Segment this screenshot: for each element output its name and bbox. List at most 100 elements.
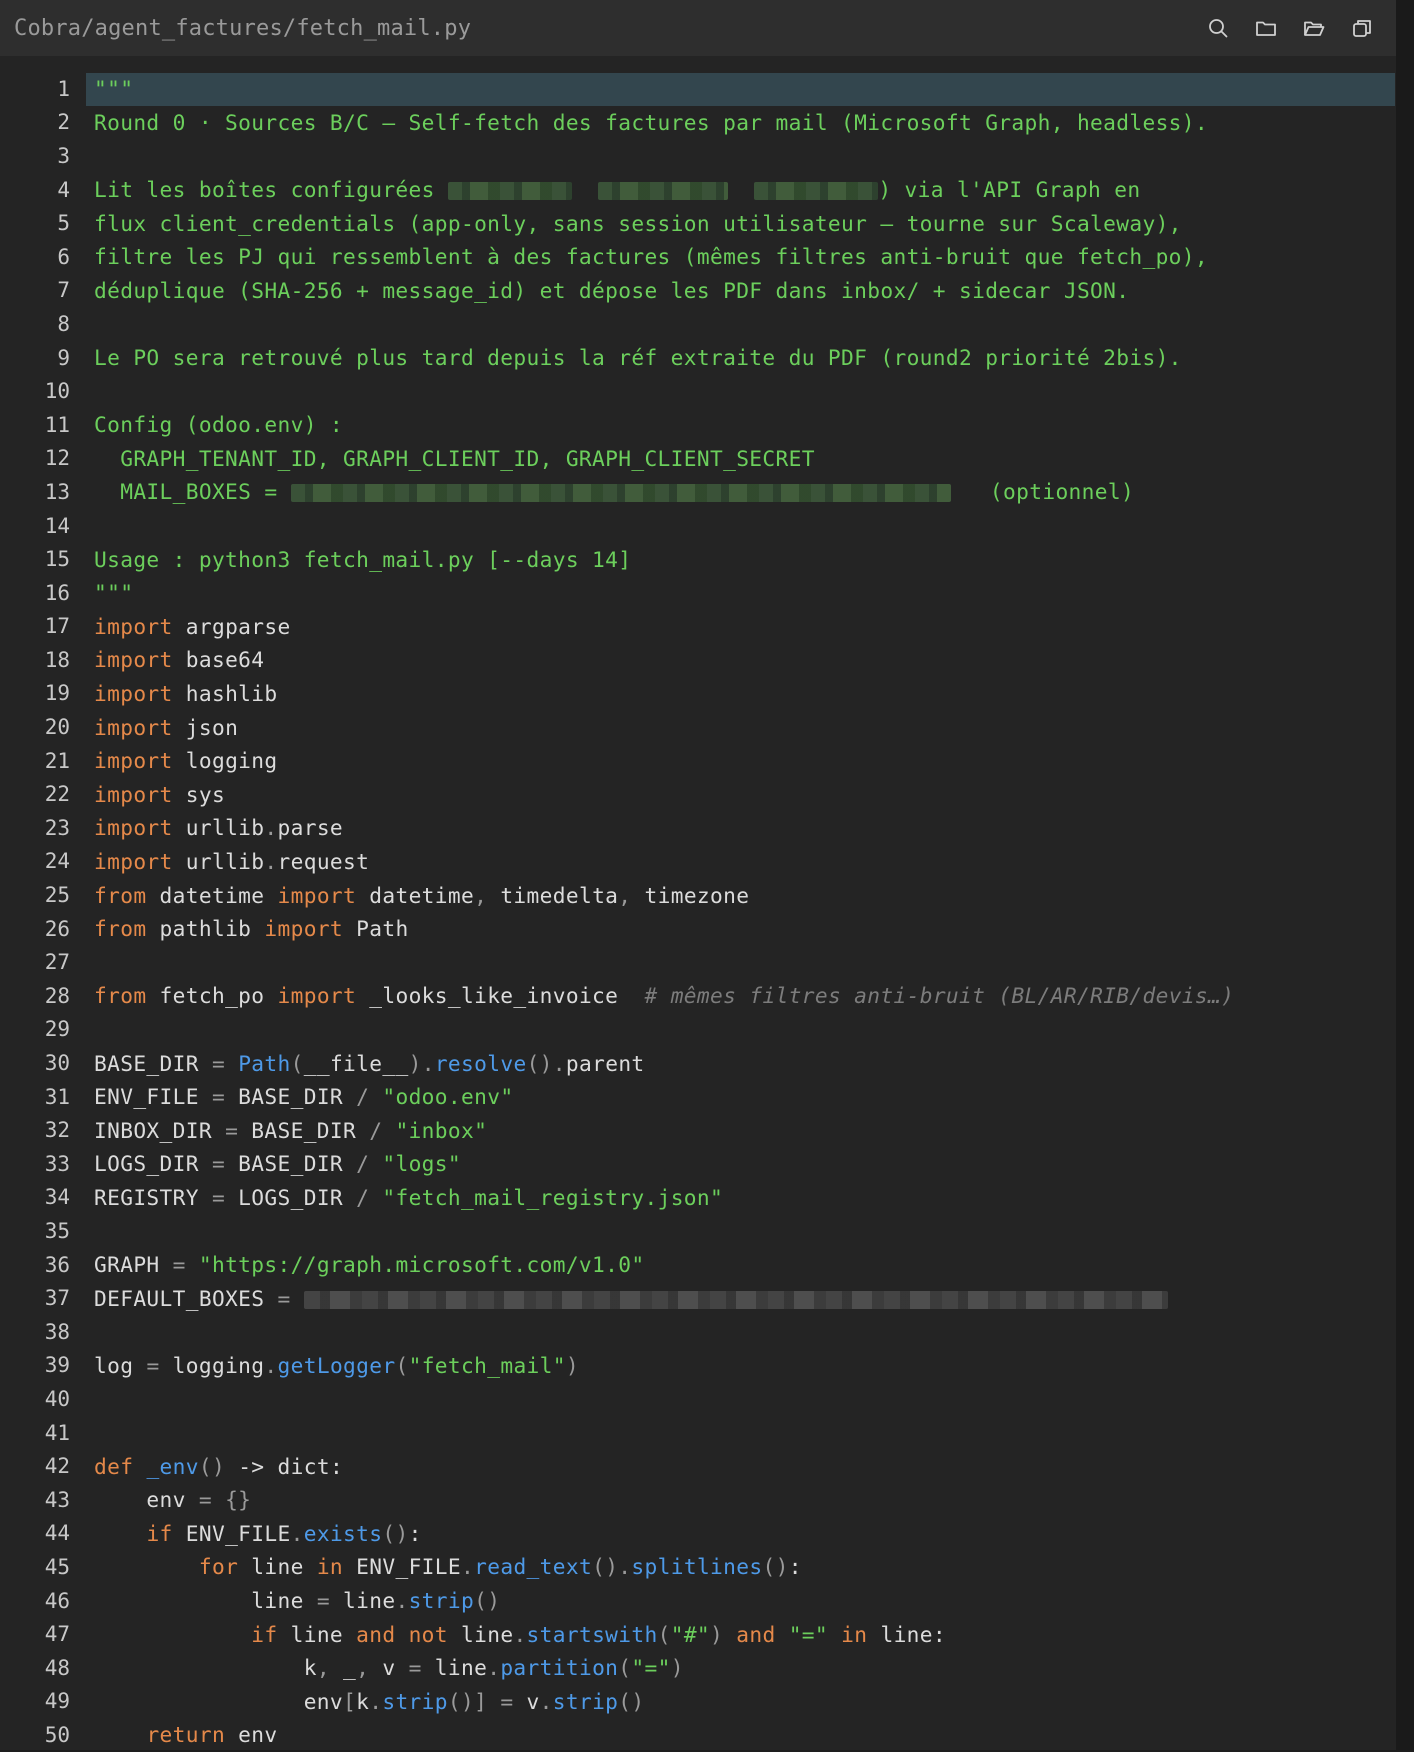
code-token: (). — [592, 1554, 632, 1580]
code-token: logging — [159, 1352, 265, 1378]
code-editor[interactable]: Cobra/agent_factures/fetch_mail.py 1 """… — [0, 0, 1396, 1750]
code-token: datetime — [146, 882, 278, 908]
code-token: ) — [565, 1352, 579, 1378]
code-line[interactable]: 33 LOGS_DIR = BASE_DIR / "logs" — [0, 1147, 1396, 1181]
copy-icon[interactable] — [1348, 14, 1376, 42]
code-line[interactable]: 50 return env — [0, 1718, 1396, 1752]
line-number: 21 — [44, 748, 70, 773]
code-line[interactable]: 31 ENV_FILE = BASE_DIR / "odoo.env" — [0, 1080, 1396, 1114]
code-line[interactable]: 8 — [0, 307, 1396, 341]
code-line[interactable]: 39 log = logging.getLogger("fetch_mail") — [0, 1349, 1396, 1383]
code-line[interactable]: 4 Lit les boîtes configurées ) via l'API … — [0, 173, 1396, 207]
folder-icon[interactable] — [1252, 14, 1280, 42]
code-line[interactable]: 19 import hashlib — [0, 677, 1396, 711]
code-token: BASE_DIR — [225, 1151, 357, 1177]
code-line[interactable]: 14 — [0, 509, 1396, 543]
code-line[interactable]: 38 — [0, 1315, 1396, 1349]
line-number: 32 — [44, 1118, 70, 1143]
code-line[interactable]: 48 k, _, v = line.partition("=") — [0, 1651, 1396, 1685]
code-token: MAIL_BOXES = — [94, 479, 291, 505]
code-line[interactable]: 20 import json — [0, 710, 1396, 744]
code-line[interactable]: 2 Round 0 · Sources B/C — Self-fetch des … — [0, 106, 1396, 140]
line-number: 22 — [44, 782, 70, 807]
code-area[interactable]: 1 """ 2 Round 0 · Sources B/C — Self-fetch … — [0, 72, 1396, 1752]
line-number: 6 — [57, 244, 70, 269]
code-line[interactable]: 23 import urllib.parse — [0, 811, 1396, 845]
code-token: import — [94, 748, 173, 774]
code-line[interactable]: 27 — [0, 945, 1396, 979]
code-line[interactable]: 46 line = line.strip() — [0, 1584, 1396, 1618]
line-number: 49 — [44, 1689, 70, 1714]
code-token: timedelta — [487, 882, 619, 908]
code-token: DEFAULT_BOXES — [94, 1285, 278, 1311]
code-token: . — [264, 1352, 278, 1378]
code-token: and — [736, 1621, 776, 1647]
code-line[interactable]: 1 """ — [0, 72, 1396, 106]
line-number: 33 — [44, 1151, 70, 1176]
code-line[interactable]: 40 — [0, 1382, 1396, 1416]
code-token: _ — [329, 1655, 357, 1681]
code-line[interactable]: 29 — [0, 1013, 1396, 1047]
code-line[interactable]: 15 Usage : python3 fetch_mail.py [--days … — [0, 542, 1396, 576]
code-line[interactable]: 41 — [0, 1416, 1396, 1450]
code-line[interactable]: 5 flux client_credentials (app-only, sans… — [0, 206, 1396, 240]
line-number: 23 — [44, 815, 70, 840]
code-token: BASE_DIR — [94, 1050, 212, 1076]
code-line[interactable]: 28 from fetch_po import _looks_like_invoi… — [0, 979, 1396, 1013]
code-token: "fetch_mail_registry.json" — [382, 1184, 724, 1210]
code-token: if — [146, 1520, 173, 1546]
code-line[interactable]: 30 BASE_DIR = Path(__file__).resolve().pa… — [0, 1046, 1396, 1080]
code-line[interactable]: 32 INBOX_DIR = BASE_DIR / "inbox" — [0, 1113, 1396, 1147]
code-line[interactable]: 26 from pathlib import Path — [0, 912, 1396, 946]
code-line[interactable]: 44 if ENV_FILE.exists(): — [0, 1517, 1396, 1551]
code-token: BASE_DIR — [238, 1117, 370, 1143]
code-line[interactable]: 47 if line and not line.startswith("#") … — [0, 1617, 1396, 1651]
code-token: ENV_FILE — [94, 1084, 212, 1110]
line-number: 41 — [44, 1420, 70, 1445]
code-token: "=" — [631, 1655, 671, 1681]
code-line[interactable]: 18 import base64 — [0, 643, 1396, 677]
code-line[interactable]: 22 import sys — [0, 777, 1396, 811]
code-token: if — [251, 1621, 278, 1647]
code-line[interactable]: 45 for line in ENV_FILE.read_text().spli… — [0, 1550, 1396, 1584]
code-line[interactable]: 13 MAIL_BOXES = (optionnel) — [0, 475, 1396, 509]
line-number: 20 — [44, 715, 70, 740]
code-token: startswith — [526, 1621, 658, 1647]
code-line[interactable]: 9 Le PO sera retrouvé plus tard depuis la… — [0, 341, 1396, 375]
code-line[interactable]: 36 GRAPH = "https://graph.microsoft.com/v… — [0, 1248, 1396, 1282]
code-line[interactable]: 3 — [0, 139, 1396, 173]
code-token: """ — [94, 580, 134, 606]
code-line[interactable]: 11 Config (odoo.env) : — [0, 408, 1396, 442]
code-token: Usage : python3 fetch_mail.py [--days 14… — [94, 546, 632, 572]
search-icon[interactable] — [1204, 14, 1232, 42]
code-token: "=" — [788, 1621, 829, 1647]
code-line[interactable]: 49 env[k.strip()] = v.strip() — [0, 1685, 1396, 1719]
file-path: Cobra/agent_factures/fetch_mail.py — [14, 15, 472, 41]
line-text: import logging — [94, 748, 278, 773]
folder-open-icon[interactable] — [1300, 14, 1328, 42]
code-line[interactable]: 10 — [0, 374, 1396, 408]
code-line[interactable]: 43 env = {} — [0, 1483, 1396, 1517]
line-text: import argparse — [94, 614, 291, 639]
line-text: filtre les PJ qui ressemblent à des fact… — [94, 244, 1208, 269]
code-token: / — [356, 1184, 370, 1210]
code-line[interactable]: 35 — [0, 1214, 1396, 1248]
line-number: 11 — [44, 412, 70, 437]
code-line[interactable]: 16 """ — [0, 576, 1396, 610]
code-line[interactable]: 37 DEFAULT_BOXES = — [0, 1281, 1396, 1315]
code-token: k — [94, 1655, 317, 1681]
code-line[interactable]: 6 filtre les PJ qui ressemblent à des fac… — [0, 240, 1396, 274]
code-line[interactable]: 24 import urllib.request — [0, 845, 1396, 879]
code-line[interactable]: 7 déduplique (SHA-256 + message_id) et dé… — [0, 274, 1396, 308]
code-line[interactable]: 42 def _env() -> dict: — [0, 1449, 1396, 1483]
code-line[interactable]: 17 import argparse — [0, 610, 1396, 644]
vertical-scrollbar[interactable] — [1396, 0, 1414, 1750]
code-line[interactable]: 21 import logging — [0, 744, 1396, 778]
code-line[interactable]: 25 from datetime import datetime, timedel… — [0, 878, 1396, 912]
code-line[interactable]: 34 REGISTRY = LOGS_DIR / "fetch_mail_regi… — [0, 1181, 1396, 1215]
code-line[interactable]: 12 GRAPH_TENANT_ID, GRAPH_CLIENT_ID, GRA… — [0, 442, 1396, 476]
code-token: LOGS_DIR — [94, 1151, 212, 1177]
line-text: DEFAULT_BOXES = — [94, 1286, 1168, 1311]
code-token: -> dict: — [225, 1453, 344, 1479]
